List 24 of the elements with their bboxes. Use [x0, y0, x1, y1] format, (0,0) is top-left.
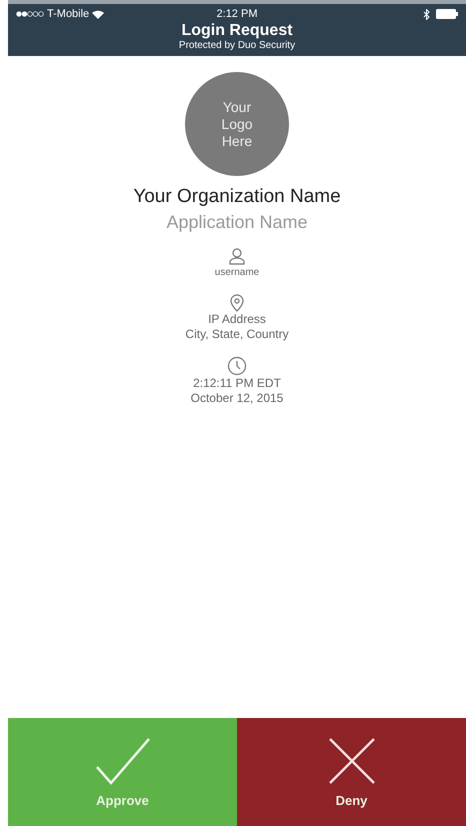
detail-text: 2:12:11 PM EDT	[193, 376, 281, 391]
status-time: 2:12 PM	[216, 8, 258, 20]
bluetooth-icon	[423, 8, 430, 20]
carrier-name: T-Mobile	[47, 8, 90, 20]
detail-text: username	[214, 266, 260, 280]
organization-name: Your Organization Name	[133, 186, 341, 208]
signal-icon	[16, 11, 44, 17]
detail-text: IP Address	[208, 312, 266, 327]
wifi-icon	[92, 10, 104, 18]
person-icon	[228, 247, 246, 265]
detail-text: October 12, 2015	[190, 391, 284, 406]
logo-text: Logo	[221, 116, 253, 132]
logo-text: Here	[221, 132, 253, 150]
screen-subtitle: Protected by Duo Security	[178, 40, 296, 51]
checkmark-icon	[94, 736, 150, 784]
application-name: Application Name	[166, 212, 308, 233]
close-icon	[328, 736, 376, 784]
screen-title: Login Request	[180, 22, 294, 40]
logo-text: Your	[222, 98, 252, 116]
battery-icon	[436, 9, 458, 19]
deny-button[interactable]: Deny	[237, 718, 466, 826]
detail-text: City, State, Country	[185, 327, 289, 342]
clock-icon	[226, 356, 247, 376]
location-pin-icon	[229, 294, 245, 312]
